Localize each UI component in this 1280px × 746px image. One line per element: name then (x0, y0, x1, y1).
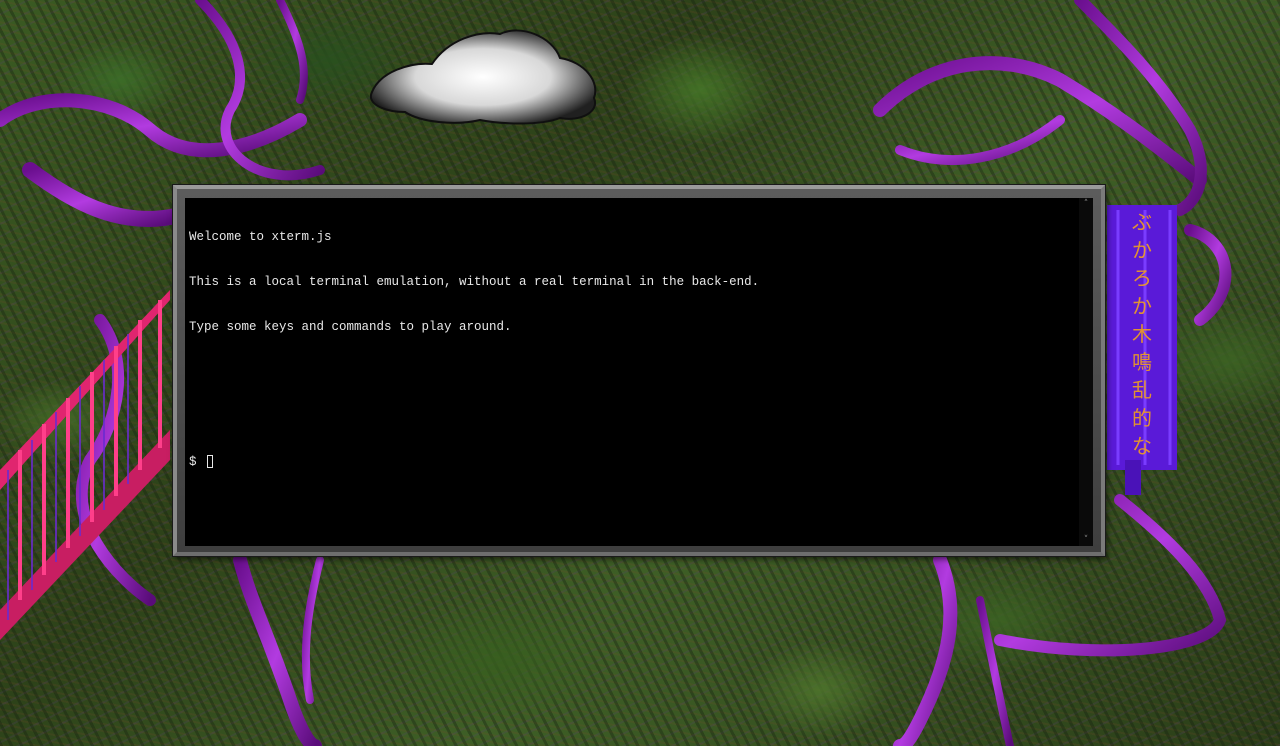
terminal-screen[interactable]: Welcome to xterm.js This is a local term… (185, 198, 1093, 546)
chevron-down-icon[interactable]: ˅ (1081, 535, 1091, 545)
sign-glyph: か (1132, 238, 1152, 262)
sign-glyph: 鳴 (1132, 350, 1152, 374)
neon-sign-text: ぶ か ろ か 木 鳴 乱 的 な (1108, 208, 1176, 466)
terminal-window: Welcome to xterm.js This is a local term… (173, 185, 1105, 556)
chevron-up-icon[interactable]: ˄ (1081, 199, 1091, 209)
sign-glyph: か (1132, 294, 1152, 318)
cloud-icon (369, 29, 597, 125)
desktop-background: ぶ か ろ か 木 鳴 乱 的 な Welcome to xterm.js Th… (0, 0, 1280, 746)
terminal-line-empty (189, 410, 1075, 425)
sign-glyph: ろ (1132, 266, 1152, 290)
sign-glyph: 乱 (1132, 378, 1152, 402)
terminal-line: Welcome to xterm.js (189, 230, 332, 244)
terminal-prompt-line[interactable]: $ (189, 455, 1075, 470)
terminal-line: This is a local terminal emulation, with… (189, 275, 760, 289)
terminal-output: Welcome to xterm.js This is a local term… (189, 200, 1075, 500)
terminal-scrollbar[interactable]: ˄ ˅ (1079, 198, 1093, 546)
sign-glyph: ぶ (1132, 210, 1152, 234)
sign-glyph: 木 (1132, 322, 1152, 346)
terminal-line: Type some keys and commands to play arou… (189, 320, 512, 334)
sign-glyph: 的 (1132, 406, 1152, 430)
terminal-prompt: $ (189, 455, 205, 469)
terminal-cursor (207, 455, 214, 468)
sign-glyph: な (1132, 434, 1152, 458)
